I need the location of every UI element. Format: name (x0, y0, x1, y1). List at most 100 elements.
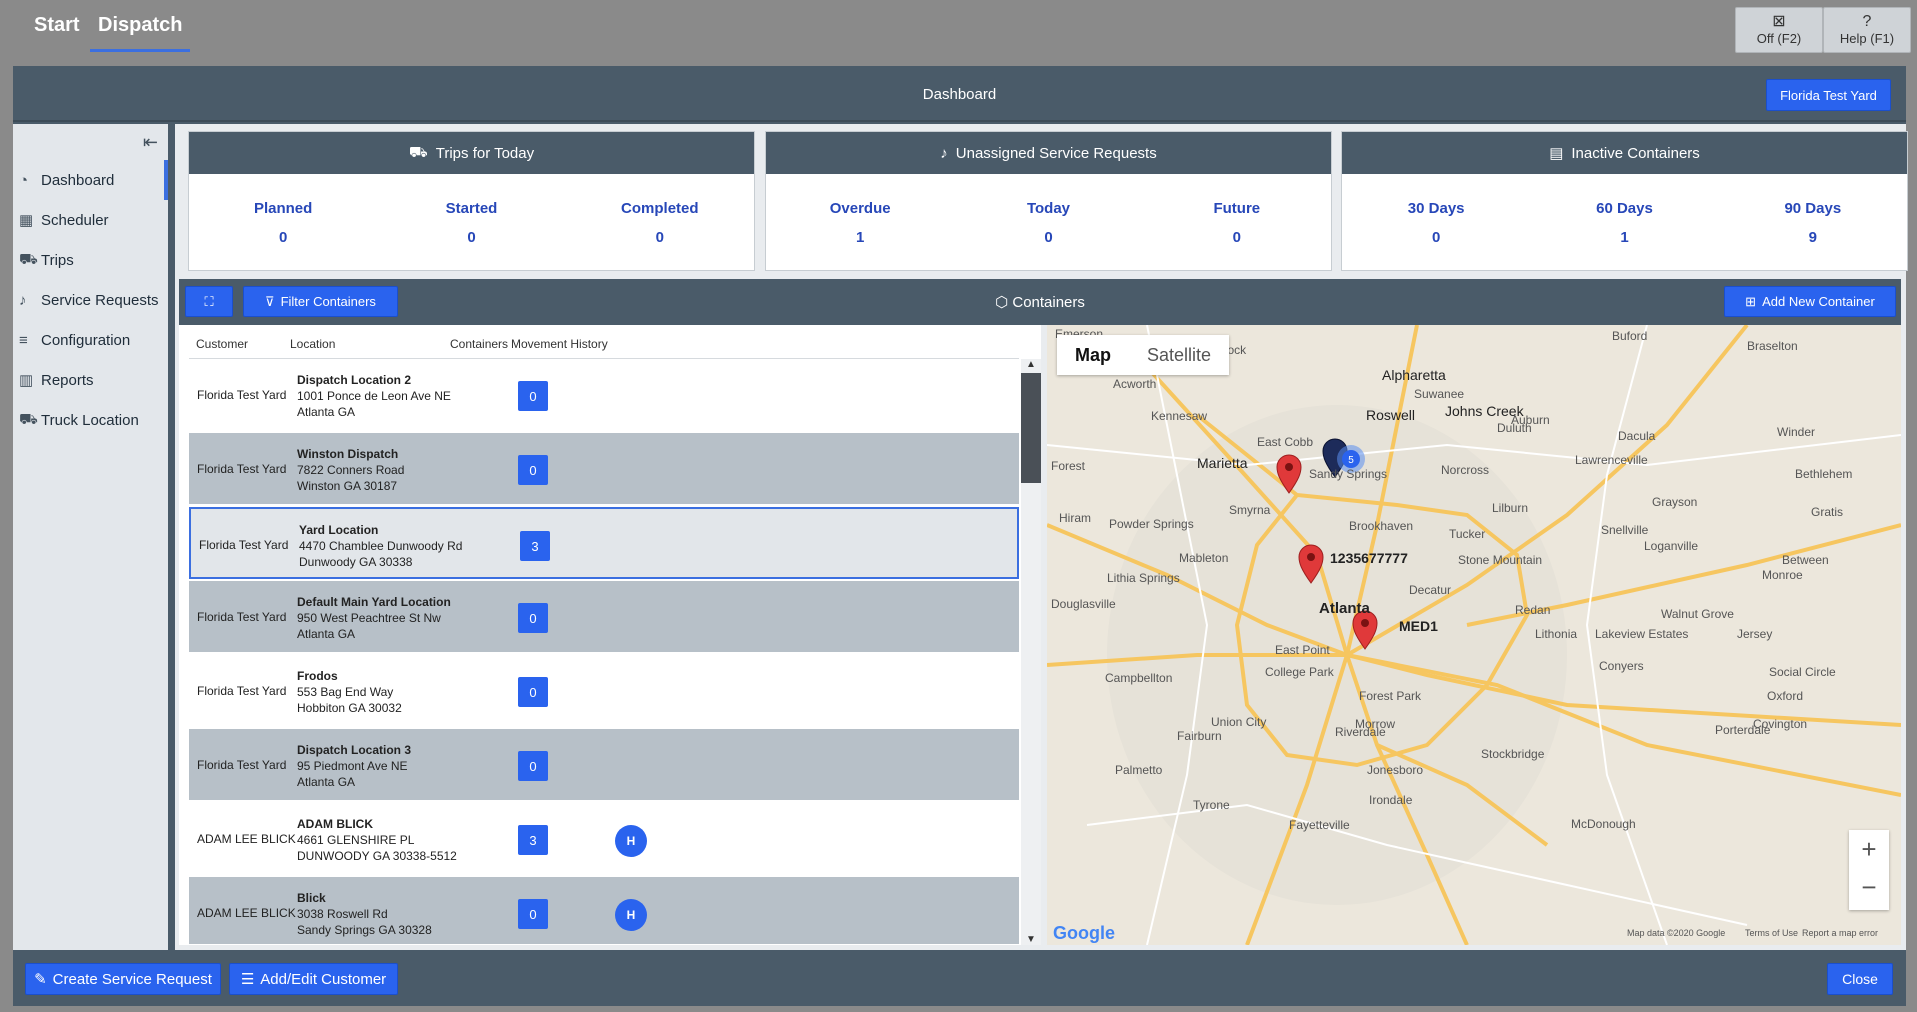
col-movement-history[interactable]: Movement History (511, 337, 608, 351)
map-type-toggle: Map Satellite (1057, 335, 1230, 375)
row-location: Blick 3038 Roswell Rd Sandy Springs GA 303… (297, 890, 432, 938)
stat-90-days[interactable]: 90 Days 9 (1738, 200, 1888, 246)
scroll-thumb[interactable] (1021, 373, 1041, 483)
sidebar: ⇤ ◔ Dashboard ▦ Scheduler ⛟ Trips ♪ Service … (13, 124, 168, 950)
question-icon: ? (1862, 13, 1872, 30)
table-row[interactable]: Florida Test Yard Dispatch Location 2 1001… (189, 359, 1019, 431)
add-edit-customer-button[interactable]: ☰ Add/Edit Customer (229, 963, 398, 995)
scroll-down-icon[interactable]: ▼ (1021, 934, 1041, 945)
zoom-out-button[interactable]: − (1849, 868, 1889, 906)
table-row[interactable]: Florida Test Yard Winston Dispatch 7822 Co… (189, 433, 1019, 505)
collapse-sidebar-icon[interactable]: ⇤ (143, 132, 158, 153)
sidebar-item-dashboard[interactable]: ◔ Dashboard (13, 160, 168, 200)
row-customer: ADAM LEE BLICK (197, 832, 296, 846)
movement-history-button[interactable]: H (615, 825, 647, 857)
dashboard-header: Dashboard Florida Test Yard (13, 66, 1906, 122)
help-button[interactable]: ? Help (F1) (1823, 7, 1911, 53)
map-place-label: Lilburn (1492, 501, 1529, 515)
col-customer[interactable]: Customer (196, 337, 248, 351)
map-terms-link[interactable]: Terms of Use (1745, 928, 1798, 938)
stat-value: 0 (278, 229, 288, 246)
scroll-up-icon[interactable]: ▲ (1021, 359, 1041, 370)
location-address-2: Atlanta GA (297, 405, 356, 419)
table-row[interactable]: ADAM LEE BLICK ADAM BLICK 4661 GLENSHIRE P… (189, 803, 1019, 875)
map-place-label: Lithonia (1535, 627, 1578, 641)
tab-dispatch[interactable]: Dispatch (89, 14, 191, 52)
container-count-button[interactable]: 3 (518, 825, 548, 855)
add-new-container-button[interactable]: ⊞ Add New Container (1724, 286, 1896, 317)
container-count-button[interactable]: 0 (518, 899, 548, 929)
footer-bar: ✎ Create Service Request ☰ Add/Edit Custom… (13, 950, 1906, 1006)
sidebar-item-configuration[interactable]: ≡ Configuration (13, 320, 168, 360)
sidebar-item-service-requests[interactable]: ♪ Service Requests (13, 280, 168, 320)
map-report-link[interactable]: Report a map error (1802, 928, 1878, 938)
map-place-label: Campbellton (1105, 671, 1173, 685)
map-place-label: East Cobb (1257, 435, 1314, 449)
add-icon: ⊞ (1745, 293, 1757, 309)
create-service-request-button[interactable]: ✎ Create Service Request (25, 963, 221, 995)
stat-today[interactable]: Today 0 (973, 200, 1123, 246)
location-address-2: DUNWOODY GA 30338-5512 (297, 849, 457, 863)
col-location[interactable]: Location (290, 337, 335, 351)
map-place-label: Union City (1211, 715, 1267, 729)
map-place-label: Between (1782, 553, 1829, 567)
stat-started[interactable]: Started 0 (396, 200, 546, 246)
stat-label: 60 Days (1596, 200, 1653, 217)
map-marker-1235677777-dot (1307, 553, 1315, 561)
table-row[interactable]: Florida Test Yard Yard Location 4470 Chamb… (189, 507, 1019, 579)
table-row[interactable]: Florida Test Yard Dispatch Location 3 95 P… (189, 729, 1019, 801)
table-scrollbar[interactable]: ▲ ▼ (1021, 359, 1041, 945)
table-row[interactable]: ADAM LEE BLICK Blick 3038 Roswell Rd Sandy … (189, 877, 1019, 945)
location-address-2: Dunwoody GA 30338 (299, 555, 413, 569)
stat-planned[interactable]: Planned 0 (208, 200, 358, 246)
stat-overdue[interactable]: Overdue 1 (785, 200, 935, 246)
row-location: Dispatch Location 3 95 Piedmont Ave NE Atl… (297, 742, 411, 790)
map-place-label: Forest (1051, 459, 1086, 473)
table-row[interactable]: Florida Test Yard Default Main Yard Locat… (189, 581, 1019, 653)
zoom-in-button[interactable]: + (1849, 830, 1889, 868)
stat-future[interactable]: Future 0 (1162, 200, 1312, 246)
map-place-label: Forest Park (1359, 689, 1422, 703)
map-place-label: Kennesaw (1151, 409, 1208, 423)
location-address-2: Sandy Springs GA 30328 (297, 923, 432, 937)
close-button[interactable]: Close (1827, 963, 1893, 995)
sidebar-item-truck-location[interactable]: ⛟ Truck Location (13, 400, 168, 440)
containers-map[interactable]: 5 EmersonWoodstockAlpharettaBufordBrasel… (1047, 325, 1901, 945)
map-tab-map[interactable]: Map (1057, 335, 1129, 375)
stat-30-days[interactable]: 30 Days 0 (1361, 200, 1511, 246)
yard-button[interactable]: Florida Test Yard (1766, 79, 1891, 111)
map-place-label: Acworth (1113, 377, 1157, 391)
map-place-label: Porterdale (1715, 723, 1771, 737)
map-place-label: Brookhaven (1349, 519, 1414, 533)
container-count-button[interactable]: 0 (518, 751, 548, 781)
box-icon: ⬡ (995, 294, 1009, 311)
stat-60-days[interactable]: 60 Days 1 (1549, 200, 1699, 246)
col-containers[interactable]: Containers (450, 337, 508, 351)
map-place-label: Braselton (1747, 339, 1798, 353)
map-tab-satellite[interactable]: Satellite (1129, 335, 1229, 375)
container-count-button[interactable]: 0 (518, 455, 548, 485)
container-count-button[interactable]: 0 (518, 381, 548, 411)
off-button[interactable]: ⊠ Off (F2) (1735, 7, 1823, 53)
sidebar-item-reports[interactable]: ▥ Reports (13, 360, 168, 400)
stat-completed[interactable]: Completed 0 (585, 200, 735, 246)
map-cluster-count[interactable]: 5 (1348, 455, 1354, 466)
map-place-label: Palmetto (1115, 763, 1163, 777)
edit-list-icon: ≡ (19, 331, 28, 349)
location-address-2: Atlanta GA (297, 775, 356, 789)
map-place-label: Mableton (1179, 551, 1229, 565)
tab-start[interactable]: Start (34, 14, 80, 52)
container-count-button[interactable]: 0 (518, 677, 548, 707)
map-place-label: Social Circle (1769, 665, 1836, 679)
container-count-button[interactable]: 3 (520, 531, 550, 561)
row-location: Winston Dispatch 7822 Conners Road Winston… (297, 446, 404, 494)
sidebar-item-trips[interactable]: ⛟ Trips (13, 240, 168, 280)
containers-title-text: Containers (1012, 294, 1085, 311)
movement-history-button[interactable]: H (615, 899, 647, 931)
container-count-button[interactable]: 0 (518, 603, 548, 633)
table-row[interactable]: Florida Test Yard Frodos 553 Bag End Way Ho… (189, 655, 1019, 727)
containers-title: ⬡ Containers (179, 293, 1901, 311)
marker-label-1: 1235677777 (1330, 550, 1408, 566)
location-address-1: 3038 Roswell Rd (297, 907, 388, 921)
sidebar-item-scheduler[interactable]: ▦ Scheduler (13, 200, 168, 240)
